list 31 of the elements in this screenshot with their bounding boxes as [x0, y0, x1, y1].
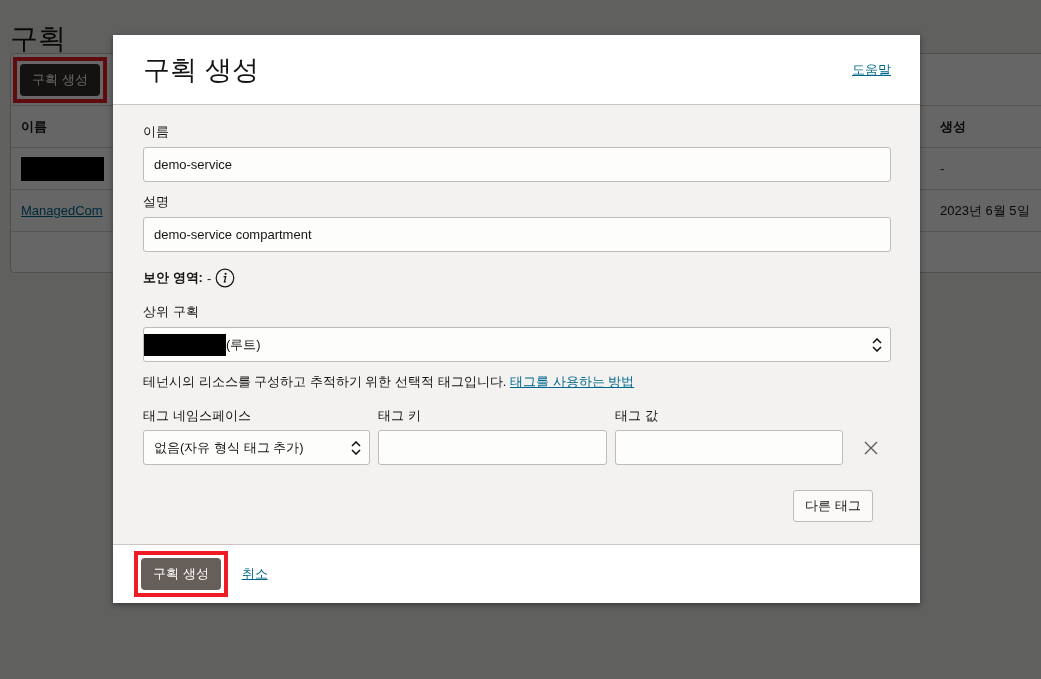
field-label: 이름 [143, 123, 170, 141]
field-label: 태그 값 [615, 407, 659, 425]
select-arrows-icon [872, 337, 882, 352]
tag-namespace-select[interactable]: 없음(자유 형식 태그 추가) [143, 430, 370, 465]
tag-value-field[interactable] [615, 430, 843, 465]
column-header: 생성 [940, 118, 966, 134]
field-label: 태그 키 [378, 407, 422, 425]
field-value: - [206, 270, 212, 286]
field-label: 설명 [143, 193, 170, 211]
create-compartment-button[interactable]: 구획 생성 [20, 63, 100, 96]
field-label: 보안 영역: [143, 269, 203, 287]
field-label: 태그 네임스페이스 [143, 407, 252, 425]
description-field[interactable]: demo-service compartment [143, 217, 891, 252]
tags-note: 테넌시의 리소스를 구성하고 추적하기 위한 선택적 태그입니다. 태그를 사용하는 방법 [143, 373, 636, 391]
page-title: 구획 [10, 22, 66, 53]
name-field[interactable]: demo-service [143, 147, 891, 182]
field-label: 상위 구획 [143, 303, 200, 321]
select-arrows-icon [351, 440, 361, 455]
close-icon[interactable] [864, 440, 878, 455]
table-cell: - [940, 161, 945, 176]
tags-help-link[interactable]: 태그를 사용하는 방법 [509, 374, 635, 389]
create-compartment-button[interactable]: 구획 생성 [141, 558, 221, 590]
info-icon[interactable] [215, 268, 236, 288]
column-header: 이름 [21, 118, 47, 134]
parent-compartment-select[interactable]: (루트) [143, 327, 891, 362]
help-link[interactable]: 도움말 [852, 60, 891, 79]
add-tag-button[interactable]: 다른 태그 [793, 490, 873, 522]
dialog-title: 구획 생성 [143, 53, 259, 87]
cancel-link[interactable]: 취소 [241, 565, 268, 583]
tag-key-field[interactable] [378, 430, 607, 465]
table-cell: 2023년 6월 5일 [940, 202, 1030, 218]
